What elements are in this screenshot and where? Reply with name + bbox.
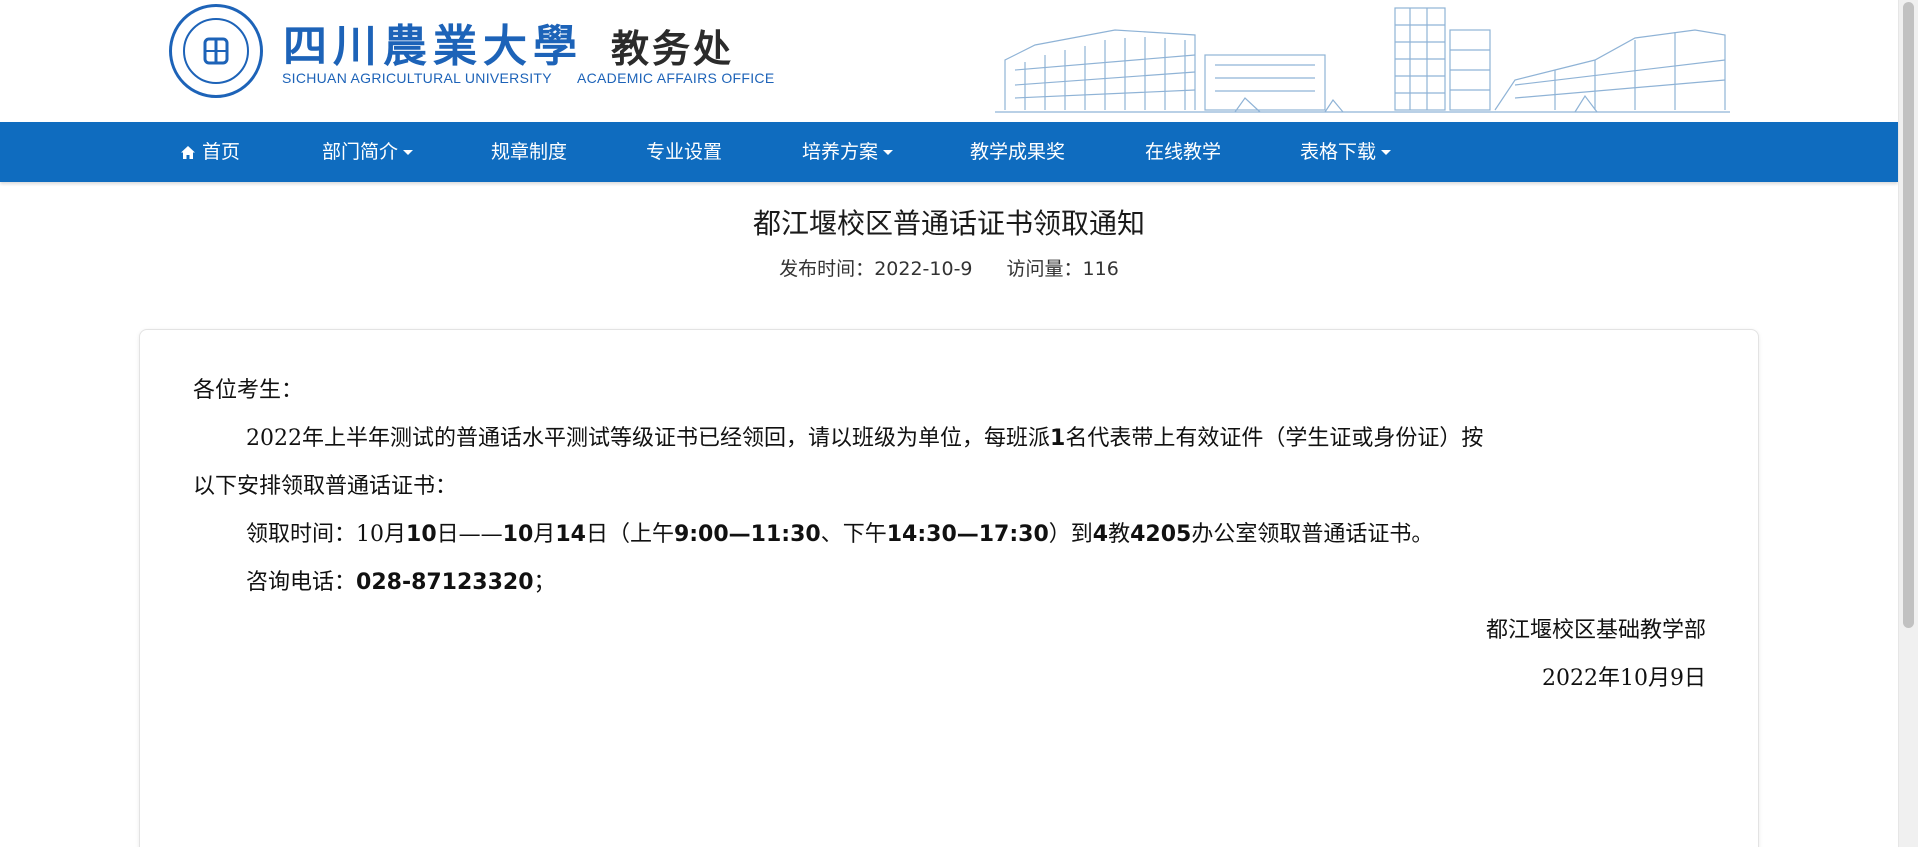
text-seg: 日（上午 (585, 522, 674, 547)
text-seg: 教 (1108, 522, 1131, 547)
text-seg: 办公室领取普通话证书。 (1191, 522, 1434, 547)
salutation: 各位考生： (193, 378, 304, 403)
views-label: 访问量： (1006, 258, 1083, 280)
text-seg: 10 (502, 522, 534, 547)
scrollbar-thumb[interactable] (1903, 2, 1914, 628)
publish-date: 2022-10-9 (874, 258, 973, 280)
nav-label-majors: 专业设置 (646, 141, 723, 163)
text-seg: 4 (1092, 522, 1109, 547)
caret-down-icon (1381, 150, 1392, 155)
text-seg: 日—— (436, 522, 503, 547)
article-meta: 发布时间：2022-10-9 访问量：116 (0, 254, 1898, 281)
p1-count: 1 (1050, 426, 1066, 451)
main-nav: 首页 部门简介 规章制度 专业设置 培养方案 教学成果奖 在线教学 表格下载 (0, 122, 1898, 182)
article-content: 各位考生： 2022年上半年测试的普通话水平测试等级证书已经领回，请以班级为单位… (139, 329, 1759, 847)
campus-sketch-image (995, 7, 1730, 113)
publish-label: 发布时间： (779, 258, 875, 280)
nav-label-training-plan: 培养方案 (802, 141, 879, 163)
home-icon (181, 146, 195, 159)
nav-item-department[interactable]: 部门简介 (322, 122, 414, 182)
nav-label-form-download: 表格下载 (1300, 141, 1377, 163)
nav-item-online-teaching[interactable]: 在线教学 (1145, 122, 1221, 182)
text-seg: ）到 (1048, 522, 1093, 547)
signature: 都江堰校区基础教学部 (1485, 618, 1706, 643)
p1-text-b: 名代表带上有效证件（学生证或身份证）按 (1065, 426, 1484, 451)
text-seg: 、下午 (820, 522, 887, 547)
logo-inner-ring (183, 18, 249, 84)
text-seg: ； (533, 570, 556, 595)
text-seg: 10 (356, 522, 385, 547)
text-seg: 14:30—17:30 (886, 522, 1049, 547)
office-name-en: ACADEMIC AFFAIRS OFFICE (577, 70, 775, 86)
caret-down-icon (403, 150, 414, 155)
nav-label-regulations: 规章制度 (491, 141, 568, 163)
pickup-time-line: 领取时间：10月10日——10月14日（上午9:00—11:30、下午14:30… (246, 516, 1433, 548)
nav-item-regulations[interactable]: 规章制度 (491, 122, 567, 182)
caret-down-icon (883, 150, 894, 155)
nav-item-home[interactable]: 首页 (180, 122, 240, 182)
article-title: 都江堰校区普通话证书领取通知 (752, 207, 1145, 240)
text-seg: 9:00—11:30 (673, 522, 821, 547)
paragraph-1-line-1: 2022年上半年测试的普通话水平测试等级证书已经领回，请以班级为单位，每班派1名… (246, 420, 1483, 452)
nav-label-online-teaching: 在线教学 (1145, 141, 1222, 163)
paragraph-1-line-2: 以下安排领取普通话证书： (193, 474, 458, 499)
text-seg: 月 (533, 522, 556, 547)
p1-text-a: 2022年上半年测试的普通话水平测试等级证书已经领回，请以班级为单位，每班派 (246, 426, 1050, 451)
page: 四川農業大學 教务处 SICHUAN AGRICULTURAL UNIVERSI… (0, 0, 1918, 847)
contact-phone-label: 咨询电话： (246, 570, 357, 595)
nav-item-training-plan[interactable]: 培养方案 (802, 122, 894, 182)
site-header: 四川農業大學 教务处 SICHUAN AGRICULTURAL UNIVERSI… (0, 0, 1898, 122)
university-name-cn: 四川農業大學 (283, 21, 583, 72)
nav-label-teaching-awards: 教学成果奖 (970, 141, 1066, 163)
views-count: 116 (1082, 258, 1119, 280)
nav-label-department: 部门简介 (322, 141, 399, 163)
contact-phone-line: 咨询电话：028-87123320； (246, 564, 556, 596)
nav-label-home: 首页 (202, 141, 241, 163)
pickup-time-label: 领取时间： (246, 522, 357, 547)
nav-item-majors[interactable]: 专业设置 (646, 122, 722, 182)
page-scrollbar[interactable] (1898, 0, 1918, 847)
office-name-cn: 教务处 (611, 27, 735, 71)
nav-item-form-download[interactable]: 表格下载 (1300, 122, 1392, 182)
text-seg: 10 (406, 522, 437, 547)
contact-phone-number: 028-87123320 (356, 570, 534, 595)
logo-emblem-icon (203, 37, 229, 65)
text-seg: 月 (384, 522, 407, 547)
university-name-en: SICHUAN AGRICULTURAL UNIVERSITY (282, 70, 552, 86)
text-seg: 4205 (1130, 522, 1192, 547)
university-logo[interactable] (169, 4, 263, 98)
nav-item-teaching-awards[interactable]: 教学成果奖 (970, 122, 1065, 182)
signature-date: 2022年10月9日 (1542, 666, 1706, 691)
text-seg: 14 (555, 522, 586, 547)
